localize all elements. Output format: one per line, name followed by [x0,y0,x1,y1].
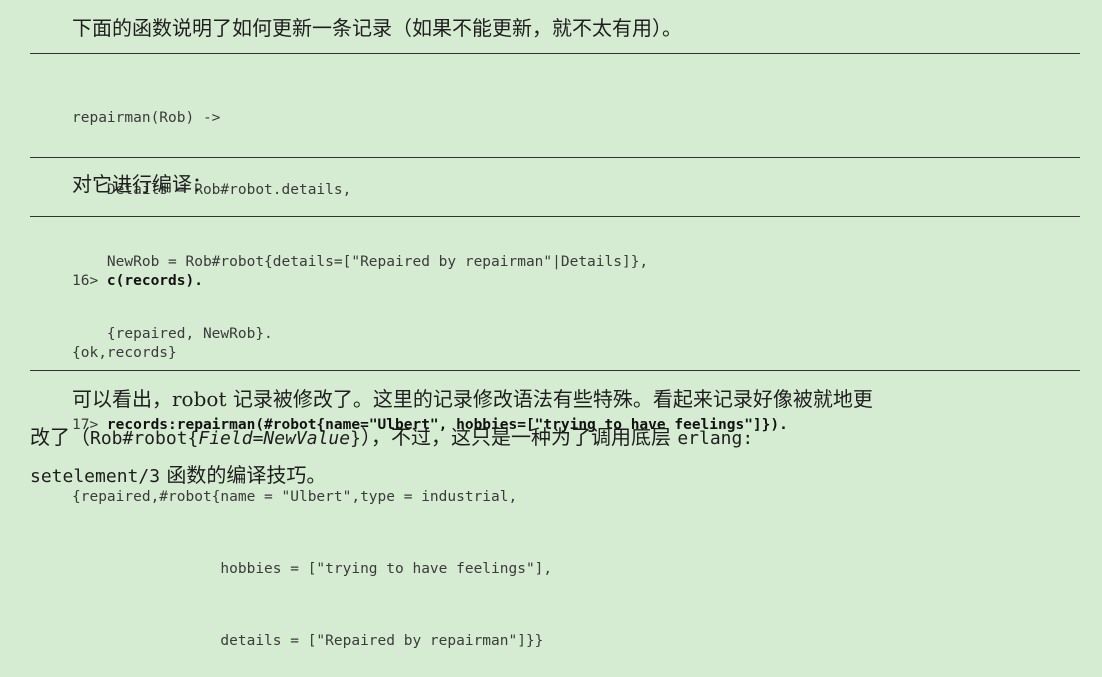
code-run: Rob#robot{ [90,428,199,449]
code-block-1-bottom-rule [30,157,1080,158]
shell-output-line: {ok,records} [72,345,177,361]
shell-output-line: details = ["Repaired by repairman"]}} [72,633,544,649]
shell-input-line: 16> c(records). [72,269,788,293]
text-run: 改了（ [30,425,90,449]
code-run: } [350,428,361,449]
compile-label: 对它进行编译： [72,172,212,196]
conclusion-line-3: setelement/3 函数的编译技巧。 [30,456,1080,494]
code-line: repairman(Rob) -> [72,110,221,126]
inline-code: Rob#robot{Field=NewValue} [90,428,361,449]
conclusion-paragraph: 可以看出，robot 记录被修改了。这里的记录修改语法有些特殊。看起来记录好像被… [30,380,1080,494]
conclusion-line-2: 改了（Rob#robot{Field=NewValue}），不过，这只是一种为了… [30,418,1080,456]
shell-prompt: 16> [72,273,107,289]
code-block-1-top-rule [30,53,1080,54]
code-italic-run: NewValue [263,428,351,449]
code-italic-run: Field [198,428,253,449]
intro-paragraph: 下面的函数说明了如何更新一条记录（如果不能更新，就不太有用）。 [72,16,682,40]
inline-code: setelement/3 [30,466,161,487]
shell-output-line: hobbies = ["trying to have feelings"], [72,561,553,577]
inline-code: erlang: [677,428,754,449]
conclusion-line-1: 可以看出，robot 记录被修改了。这里的记录修改语法有些特殊。看起来记录好像被… [72,387,873,411]
code-run: = [252,428,264,449]
shell-command: c(records). [106,273,203,289]
text-run: 函数的编译技巧。 [160,463,327,487]
code-block-2-top-rule [30,216,1080,217]
code-block-2-bottom-rule [30,370,1080,371]
text-run: ），不过，这只是一种为了调用底层 [360,425,678,449]
